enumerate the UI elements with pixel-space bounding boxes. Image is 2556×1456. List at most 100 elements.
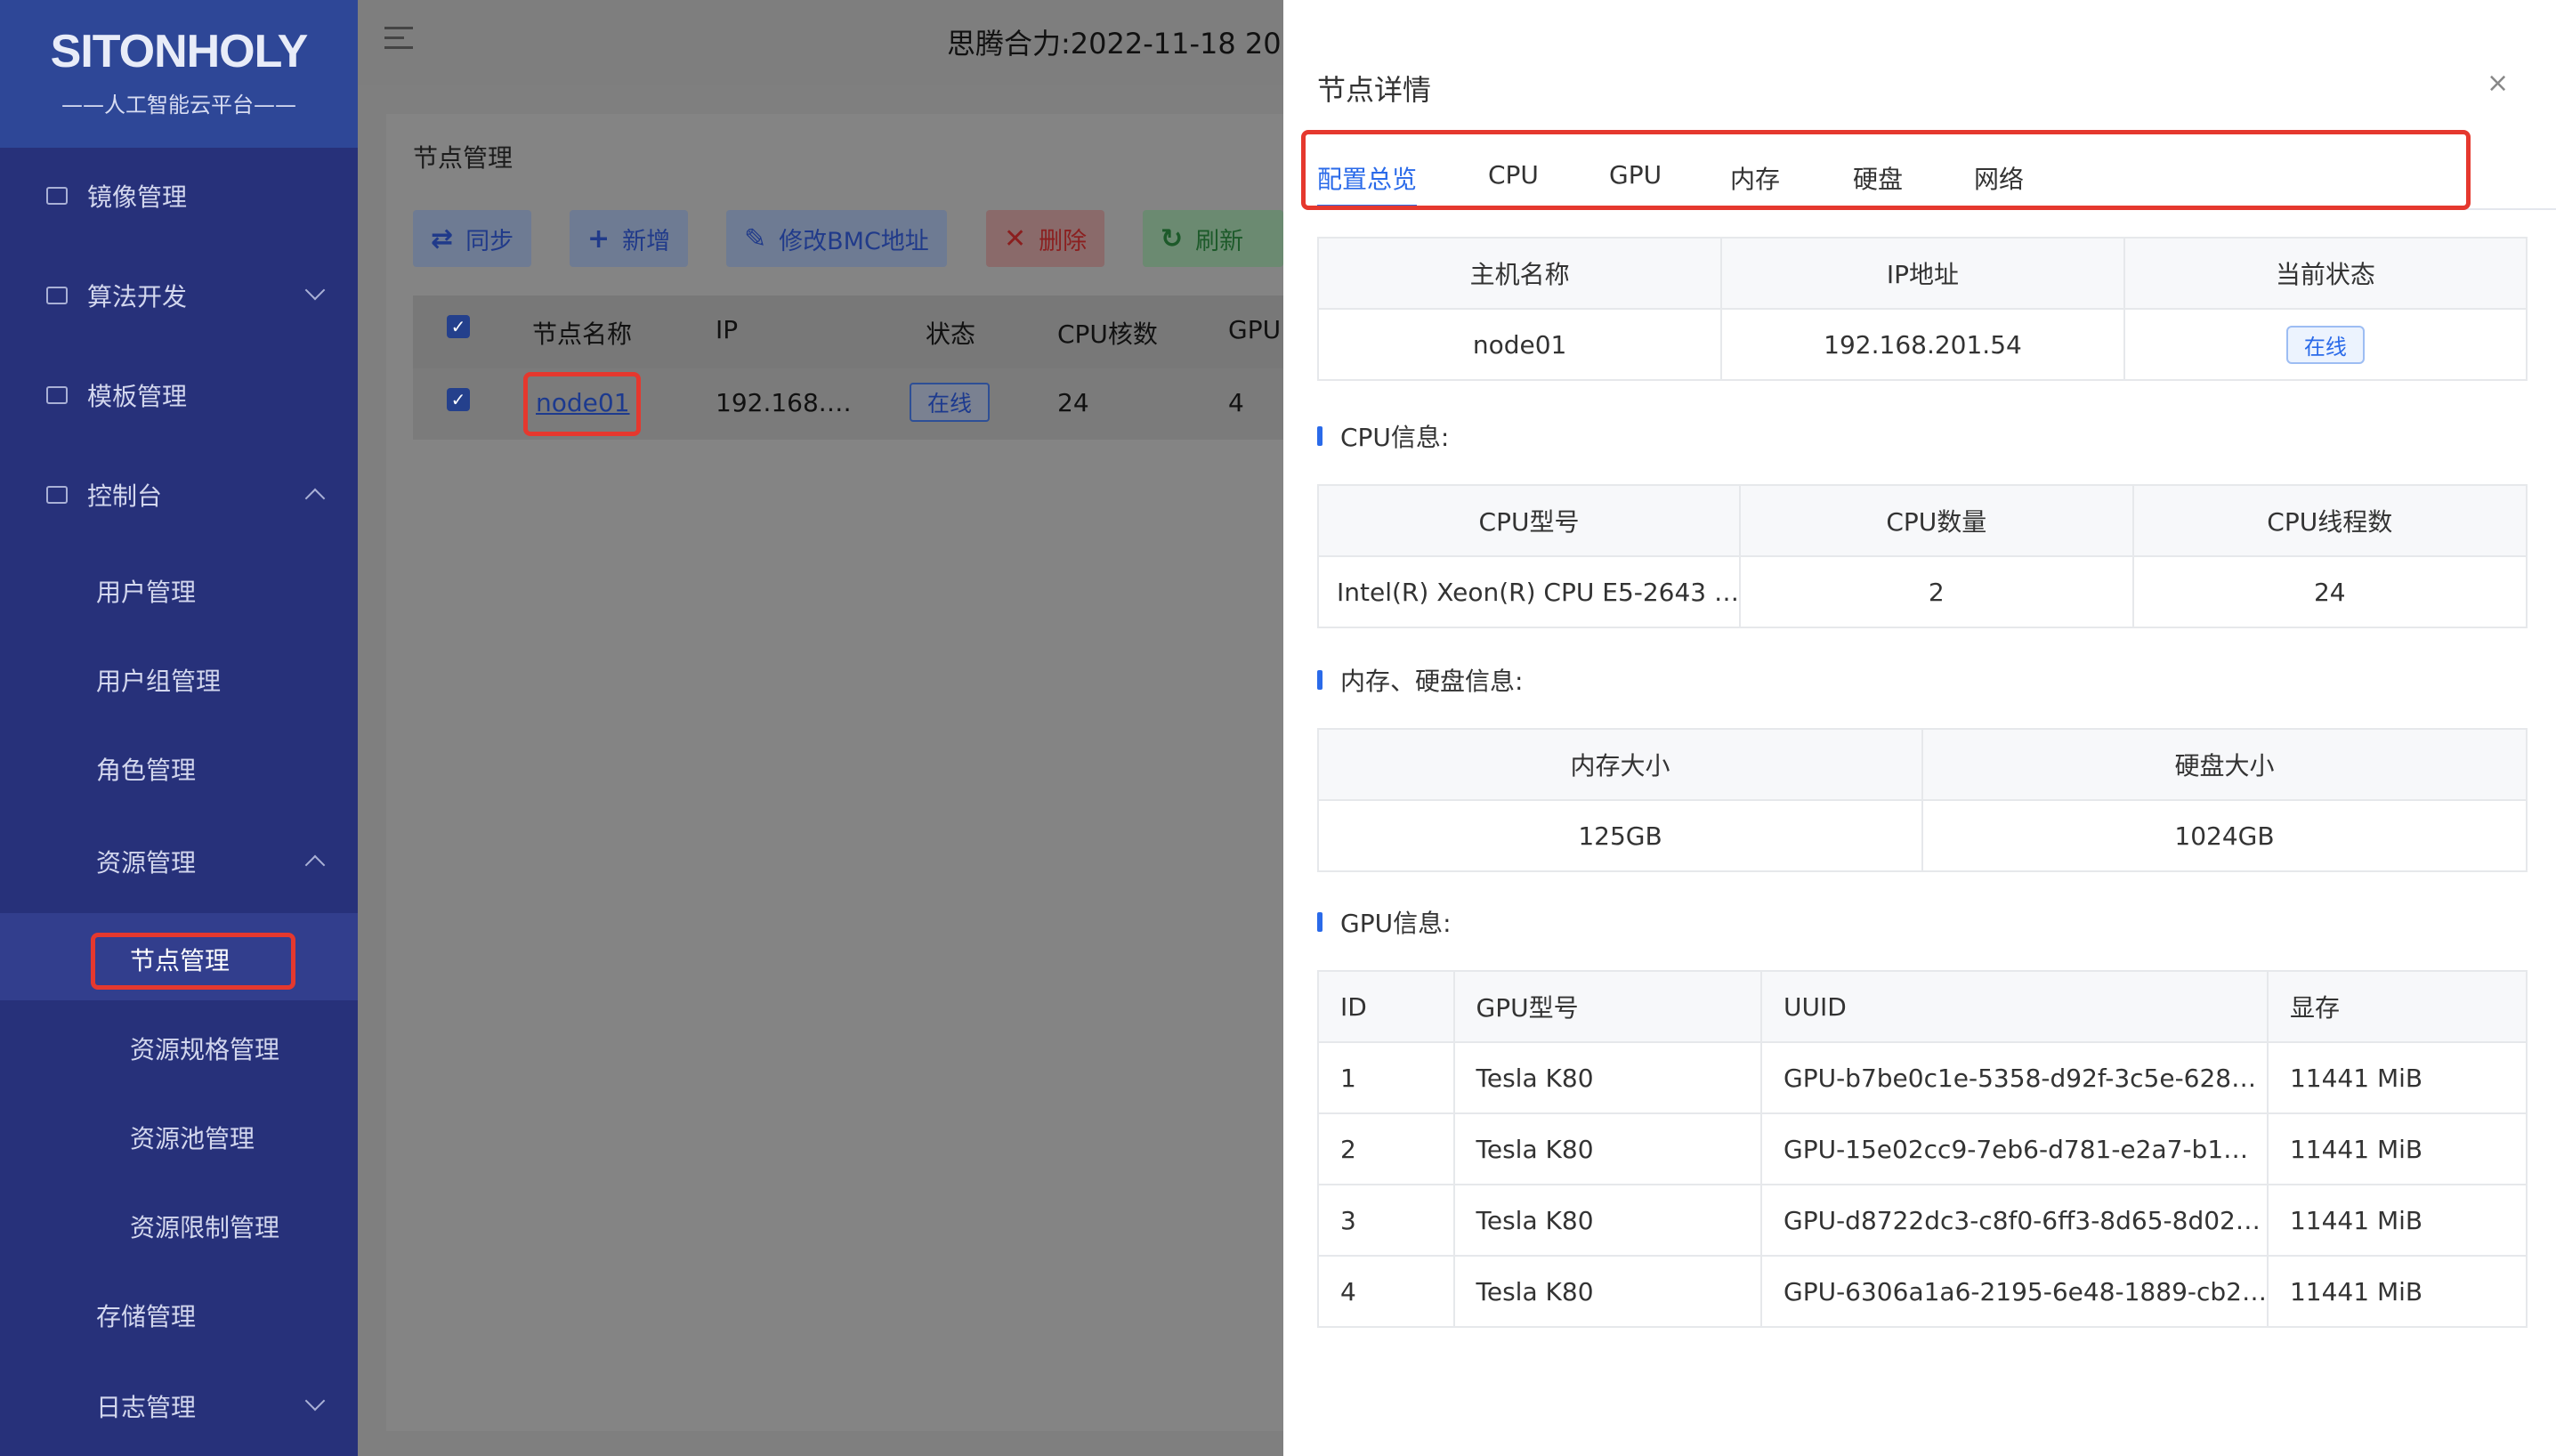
chevron-down-icon [304, 1390, 326, 1412]
edit-bmc-button[interactable]: ✎ 修改BMC地址 [726, 210, 947, 267]
pencil-icon: ✎ [744, 222, 767, 255]
table-row: 4 Tesla K80 GPU-6306a1a6-2195-6e48-1889-… [1317, 1255, 2528, 1328]
col-memory-size: 内存大小 [1317, 728, 1923, 801]
memory-section-title: 内存、硬盘信息: [1317, 662, 1523, 698]
col-cpu-model: CPU型号 [1316, 484, 1742, 557]
col-cpu-threads: CPU线程数 [2131, 484, 2528, 557]
cpu-section-title: CPU信息: [1317, 418, 1449, 454]
status-badge: 在线 [910, 383, 991, 422]
delete-label: 删除 [1039, 227, 1088, 255]
ip-value: 192.168.201.54 [1720, 308, 2125, 381]
col-cpu-cores: CPU核数 [1057, 320, 1158, 349]
gpu-section-title: GPU信息: [1317, 904, 1452, 940]
gpu-model: Tesla K80 [1452, 1112, 1763, 1185]
status-cell: 在线 [2123, 308, 2528, 381]
col-disk-size: 硬盘大小 [1921, 728, 2528, 801]
col-cpu-count: CPU数量 [1739, 484, 2134, 557]
grid-icon [46, 386, 68, 404]
col-id: ID [1317, 970, 1455, 1043]
gpu-table: ID GPU型号 UUID 显存 1 Tesla K80 GPU-b7be0c1… [1317, 970, 2528, 1328]
gpu-vram: 11441 MiB [2266, 1112, 2528, 1185]
highlight-box-tabs [1301, 130, 2471, 210]
memory-section-label: 内存、硬盘信息: [1340, 667, 1524, 696]
table-row: 125GB 1024GB [1317, 799, 2528, 872]
image-icon [46, 187, 68, 205]
table-row: 2 Tesla K80 GPU-15e02cc9-7eb6-d781-e2a7-… [1317, 1112, 2528, 1185]
hostname-value: node01 [1316, 308, 1723, 381]
cpu-model-value: Intel(R) Xeon(R) CPU E5-2643 … [1316, 555, 1742, 628]
gpu-uuid: GPU-d8722dc3-c8f0-6ff3-8d65-8d02… [1760, 1184, 2269, 1257]
gpu-uuid: GPU-b7be0c1e-5358-d92f-3c5e-628… [1760, 1041, 2269, 1114]
menu-item-resource-pool[interactable]: 资源池管理 [130, 1120, 255, 1155]
menu-item-console[interactable]: 控制台 [0, 459, 358, 530]
delete-button[interactable]: ✕ 删除 [986, 210, 1105, 267]
section-marker [1317, 912, 1322, 932]
section-marker [1317, 426, 1322, 446]
add-button[interactable]: + 新增 [570, 210, 689, 267]
col-gpu: GPU [1228, 315, 1282, 344]
cpu-table: CPU型号 CPU数量 CPU线程数 Intel(R) Xeon(R) CPU … [1316, 484, 2528, 628]
menu-item-log-management[interactable]: 日志管理 [0, 1371, 358, 1442]
menu-label: 算法开发 [87, 282, 188, 311]
row-checkbox[interactable]: ✓ [447, 388, 470, 411]
gpu-section-label: GPU信息: [1340, 909, 1452, 938]
menu-label: 资源管理 [96, 848, 197, 878]
code-icon [46, 287, 68, 304]
sync-button[interactable]: ⇄ 同步 [413, 210, 532, 267]
swap-icon: ⇄ [431, 222, 454, 255]
menu-item-template-management[interactable]: 模板管理 [0, 360, 358, 431]
menu-item-storage-management[interactable]: 存储管理 [96, 1298, 196, 1333]
menu-item-resource-management[interactable]: 资源管理 [0, 826, 358, 897]
sidebar: SITONHOLY ——人工智能云平台—— 镜像管理 算法开发 模板管理 控制台… [0, 0, 358, 1456]
section-marker [1317, 670, 1322, 690]
menu-label: 日志管理 [96, 1393, 197, 1422]
logo: SITONHOLY ——人工智能云平台—— [0, 0, 358, 148]
menu-item-algorithm-dev[interactable]: 算法开发 [0, 260, 358, 331]
menu-item-user-group-management[interactable]: 用户组管理 [96, 662, 221, 698]
menu-item-role-management[interactable]: 角色管理 [96, 751, 196, 787]
menu-label: 模板管理 [87, 382, 188, 411]
menu-label: 控制台 [87, 481, 163, 511]
refresh-icon: ↻ [1161, 222, 1184, 255]
menu-item-user-management[interactable]: 用户管理 [96, 573, 196, 609]
col-status: 状态 [926, 320, 976, 349]
menu-item-resource-limit[interactable]: 资源限制管理 [130, 1209, 279, 1244]
table-row: 3 Tesla K80 GPU-d8722dc3-c8f0-6ff3-8d65-… [1317, 1184, 2528, 1257]
logo-title: SITONHOLY [50, 26, 309, 77]
chevron-down-icon [304, 279, 326, 301]
table-row: 1 Tesla K80 GPU-b7be0c1e-5358-d92f-3c5e-… [1317, 1041, 2528, 1114]
refresh-label: 刷新 [1195, 227, 1244, 255]
gpu-model: Tesla K80 [1452, 1184, 1763, 1257]
disk-size-value: 1024GB [1921, 799, 2528, 872]
overview-table: 主机名称 IP地址 当前状态 node01 192.168.201.54 在线 [1316, 237, 2528, 381]
status-badge: 在线 [2285, 325, 2365, 364]
header-title: 思腾合力:2022-11-18 20:55 [947, 27, 1328, 61]
plus-icon: + [587, 222, 611, 255]
close-icon: ✕ [1004, 222, 1027, 255]
monitor-icon [46, 486, 68, 504]
menu-item-image-management[interactable]: 镜像管理 [0, 160, 358, 231]
select-all-checkbox[interactable]: ✓ [447, 315, 470, 338]
logo-subtitle: ——人工智能云平台—— [61, 93, 296, 117]
add-label: 新增 [622, 227, 671, 255]
close-icon[interactable]: × [2487, 68, 2509, 99]
card-title: 节点管理 [413, 143, 514, 173]
gpu-model: Tesla K80 [1452, 1041, 1763, 1114]
cpu-threads-value: 24 [2131, 555, 2528, 628]
refresh-button[interactable]: ↻ 刷新 [1143, 210, 1283, 267]
menu-label: 镜像管理 [87, 182, 188, 212]
node-detail-drawer: 节点详情 × 配置总览 CPU GPU 内存 硬盘 网络 主机名称 IP地址 当… [1283, 0, 2556, 1456]
edit-bmc-label: 修改BMC地址 [779, 227, 929, 255]
memory-size-value: 125GB [1317, 799, 1923, 872]
gpu-id: 3 [1317, 1184, 1455, 1257]
highlight-box-node-link [523, 372, 641, 436]
gpu-uuid: GPU-6306a1a6-2195-6e48-1889-cb2… [1760, 1255, 2269, 1328]
gpu-vram: 11441 MiB [2266, 1041, 2528, 1114]
gpu-id: 4 [1317, 1255, 1455, 1328]
table-row: Intel(R) Xeon(R) CPU E5-2643 … 2 24 [1316, 555, 2528, 628]
col-ip-address: IP地址 [1720, 237, 2125, 310]
sync-label: 同步 [465, 227, 514, 255]
node-ip: 192.168.… [716, 388, 852, 417]
menu-item-resource-spec[interactable]: 资源规格管理 [130, 1031, 279, 1066]
menu-toggle-icon[interactable] [384, 27, 413, 52]
